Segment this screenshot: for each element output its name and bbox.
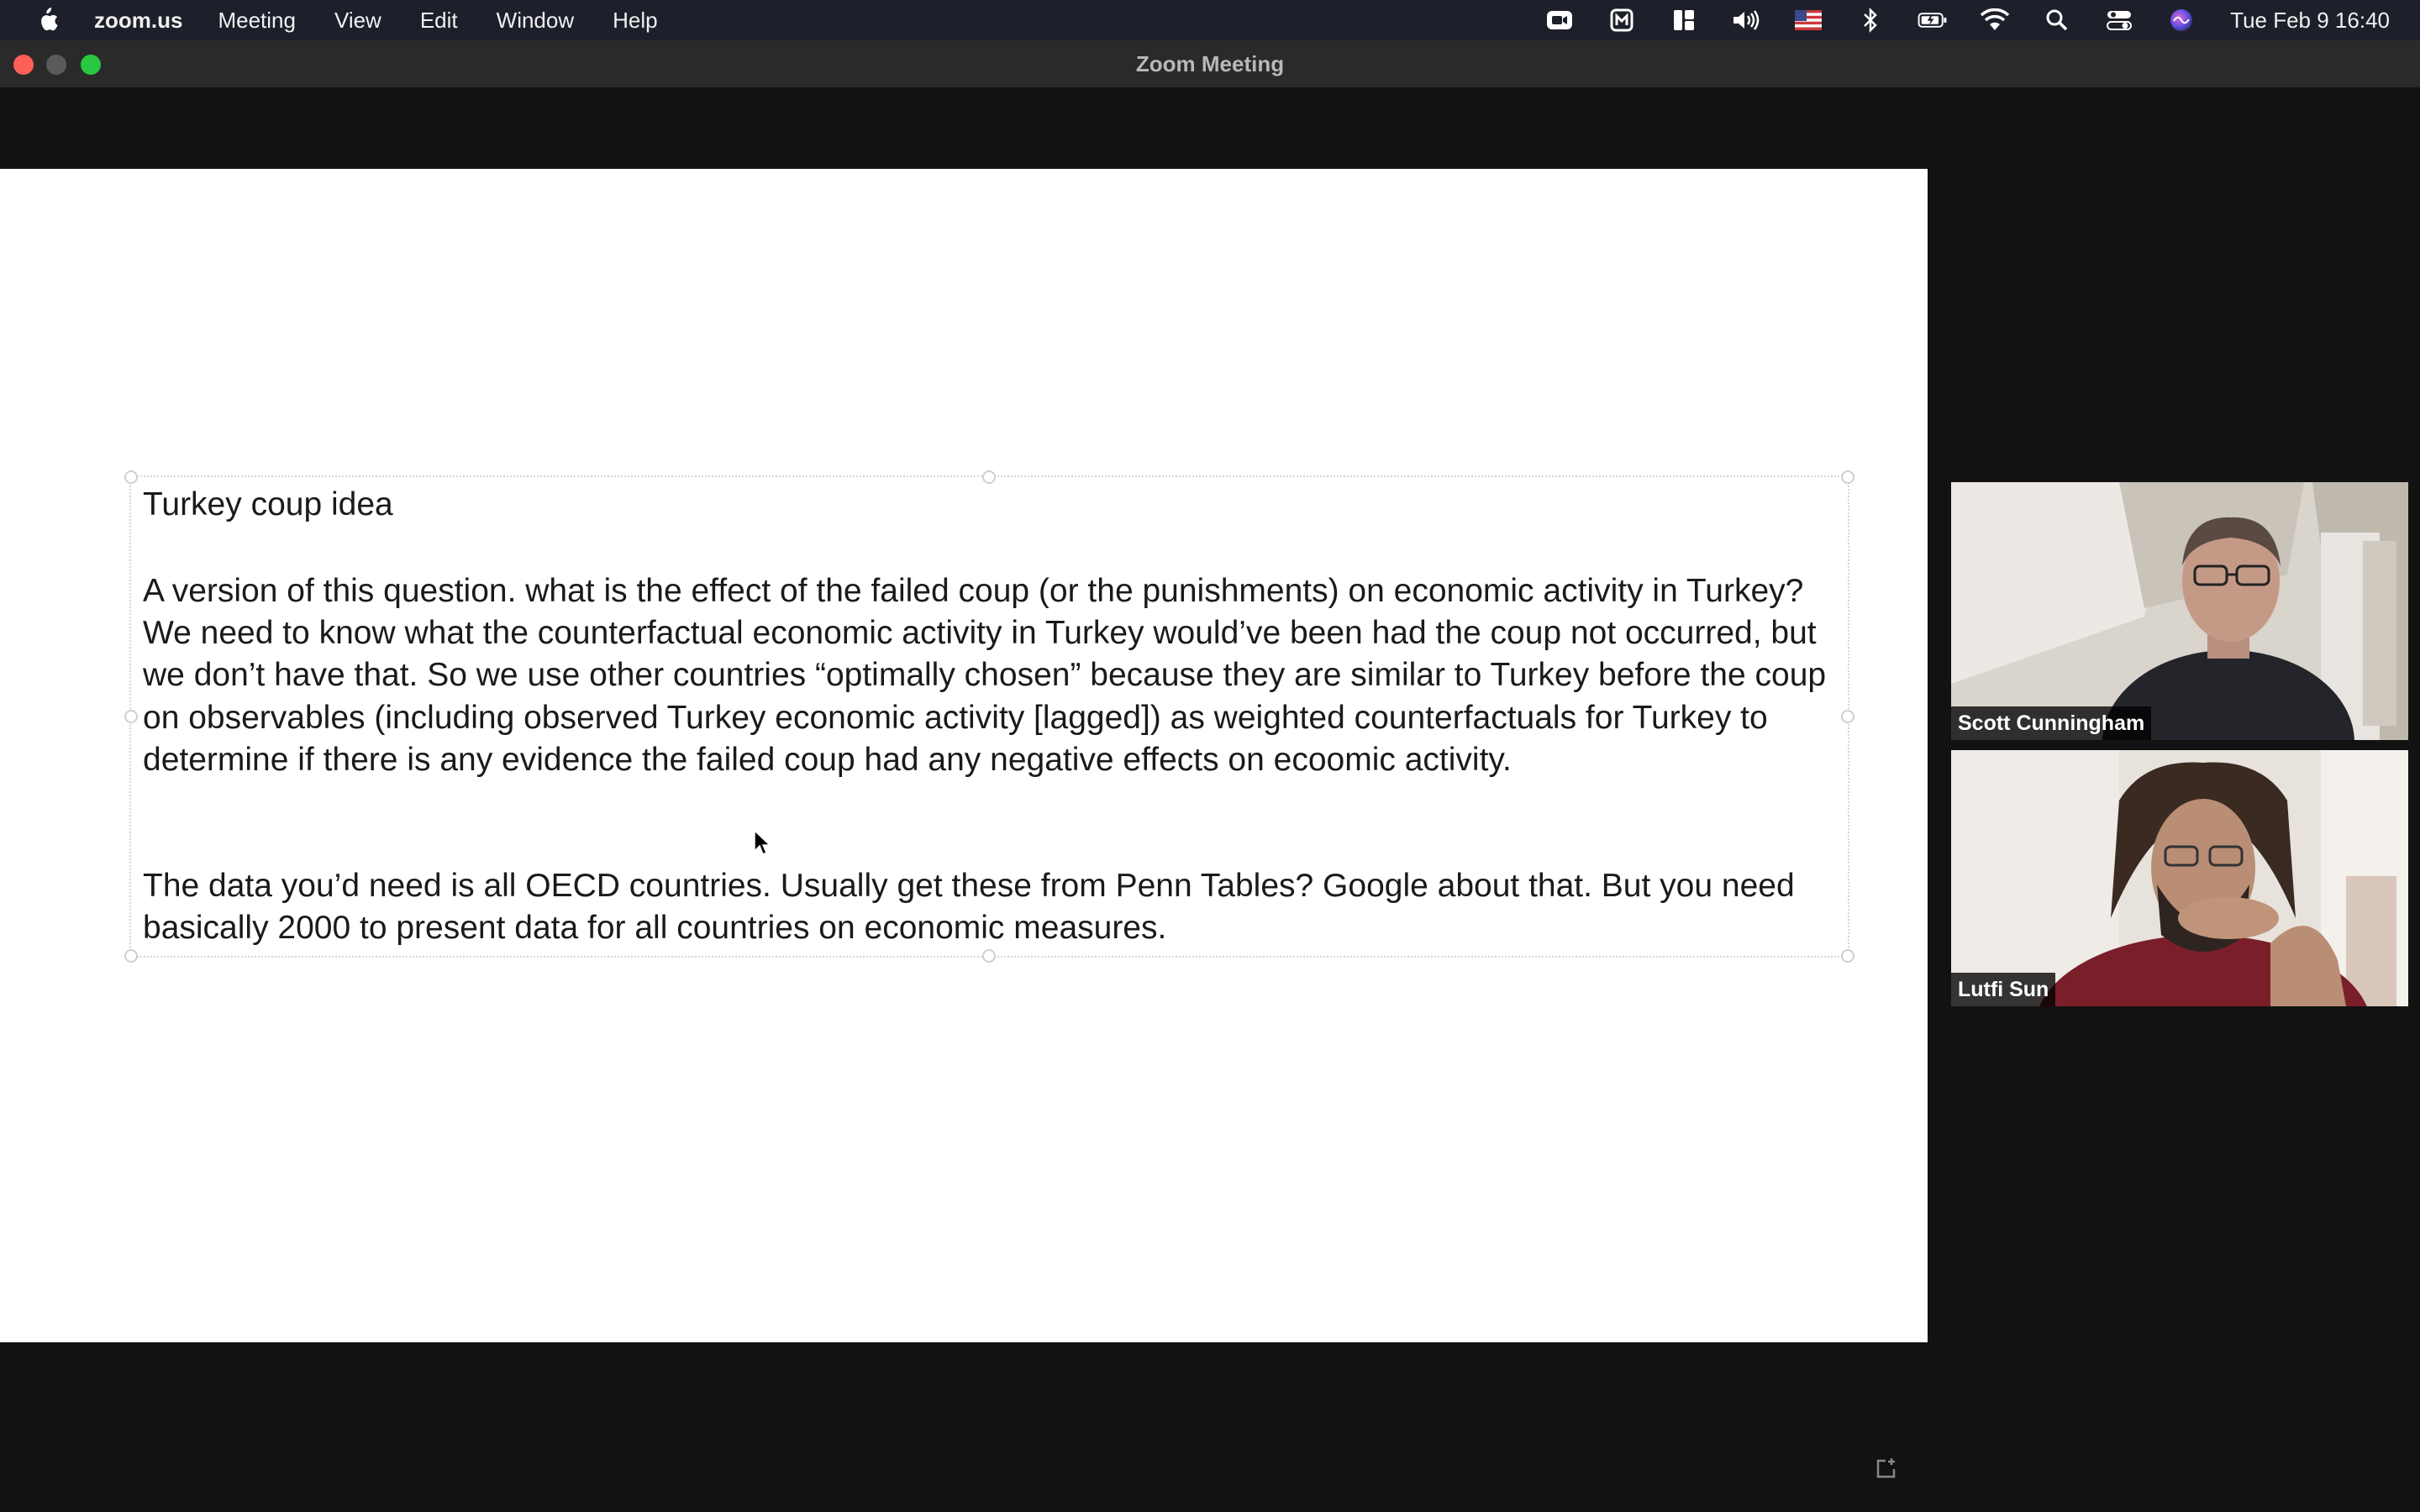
resize-handle-top-right[interactable]	[1841, 470, 1854, 484]
participant-video-lutfi	[1951, 750, 2408, 1006]
pop-out-icon[interactable]	[1874, 1456, 1899, 1481]
menu-meeting[interactable]: Meeting	[218, 8, 296, 34]
window-titlebar: Zoom Meeting	[0, 40, 2420, 87]
menu-view[interactable]: View	[334, 8, 381, 34]
participant-video-scott	[1951, 482, 2408, 740]
document-paragraph-1: A version of this question. what is the …	[143, 573, 1827, 778]
layout-icon[interactable]	[1669, 5, 1699, 35]
wifi-icon[interactable]	[1980, 5, 2010, 35]
menu-edit[interactable]: Edit	[420, 8, 458, 34]
battery-icon[interactable]	[1918, 5, 1948, 35]
menubar: zoom.us Meeting View Edit Window Help Tu…	[0, 0, 2420, 40]
search-icon[interactable]	[2042, 5, 2072, 35]
resize-handle-bottom-center[interactable]	[982, 949, 996, 963]
siri-icon[interactable]	[2166, 5, 2196, 35]
window-title: Zoom Meeting	[1135, 50, 1285, 76]
video-tile-scott[interactable]: Scott Cunningham	[1951, 482, 2408, 740]
control-center-icon[interactable]	[2104, 5, 2134, 35]
resize-handle-middle-left[interactable]	[124, 710, 138, 723]
meet-icon[interactable]	[1607, 5, 1637, 35]
participant-name-lutfi: Lutfi Sun	[1951, 973, 2056, 1006]
resize-handle-bottom-right[interactable]	[1841, 949, 1854, 963]
menubar-clock[interactable]: Tue Feb 9 16:40	[2230, 8, 2390, 34]
window-close-button[interactable]	[13, 55, 34, 75]
resize-handle-top-center[interactable]	[982, 470, 996, 484]
volume-icon[interactable]	[1731, 5, 1761, 35]
document-paragraph-2: The data you’d need is all OECD countrie…	[143, 868, 1795, 947]
mouse-pointer-icon	[753, 829, 771, 858]
window-minimize-button[interactable]	[46, 55, 66, 75]
us-flag-icon[interactable]	[1793, 5, 1823, 35]
bluetooth-icon[interactable]	[1855, 5, 1886, 35]
resize-handle-bottom-left[interactable]	[124, 949, 138, 963]
menu-app-name[interactable]: zoom.us	[94, 8, 182, 34]
video-tile-lutfi[interactable]: Lutfi Sun	[1951, 750, 2408, 1006]
zoom-icon[interactable]	[1544, 5, 1575, 35]
participant-name-scott: Scott Cunningham	[1951, 706, 2152, 740]
document-title: Turkey coup idea	[143, 486, 393, 522]
menu-window[interactable]: Window	[497, 8, 574, 34]
window-maximize-button[interactable]	[81, 55, 101, 75]
shared-screen: Turkey coup idea A version of this quest…	[0, 169, 1928, 1478]
resize-handle-top-left[interactable]	[124, 470, 138, 484]
apple-menu-icon[interactable]	[30, 3, 64, 37]
menu-help[interactable]: Help	[613, 8, 657, 34]
